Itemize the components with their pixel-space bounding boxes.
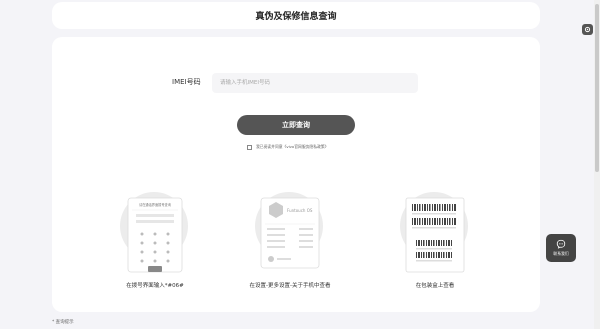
scrollbar[interactable] xyxy=(594,0,600,329)
barcode-icon xyxy=(405,197,465,273)
page-title: 真伪及保修信息查询 xyxy=(255,12,337,22)
phone-icon: 请在通话界面拨号查询 xyxy=(127,197,183,273)
device-label: Funtouch OS xyxy=(287,208,313,213)
header-card: 真伪及保修信息查询 xyxy=(52,2,540,29)
chat-icon xyxy=(556,239,566,249)
contact-us-button[interactable]: 联系我们 xyxy=(546,234,576,262)
phone-header-text: 请在通话界面拨号查询 xyxy=(139,202,171,207)
query-card: IMEI号码 立即查询 我已阅读并同意《vivo官网服务隐私政策》 请在通话界面… xyxy=(52,37,540,312)
contact-us-label: 联系我们 xyxy=(553,251,569,256)
agree-checkbox[interactable] xyxy=(247,144,252,150)
query-button[interactable]: 立即查询 xyxy=(237,115,355,135)
guide-caption: 在包装盒上查看 xyxy=(415,283,455,289)
gear-icon[interactable] xyxy=(582,24,593,35)
guide-caption: 在设置-更多设置-关于手机中查看 xyxy=(249,283,331,289)
guide-caption: 在拨号界面输入*#06# xyxy=(126,283,184,289)
agree-row[interactable]: 我已阅读并同意《vivo官网服务隐私政策》 xyxy=(247,144,328,150)
scrollbar-thumb[interactable] xyxy=(595,4,599,172)
bottom-note: * 查询提示 xyxy=(52,320,74,325)
device-icon: Funtouch OS xyxy=(260,197,320,269)
imei-input[interactable] xyxy=(212,73,418,93)
agree-text[interactable]: 我已阅读并同意《vivo官网服务隐私政策》 xyxy=(256,144,328,150)
imei-label: IMEI号码 xyxy=(172,78,201,86)
